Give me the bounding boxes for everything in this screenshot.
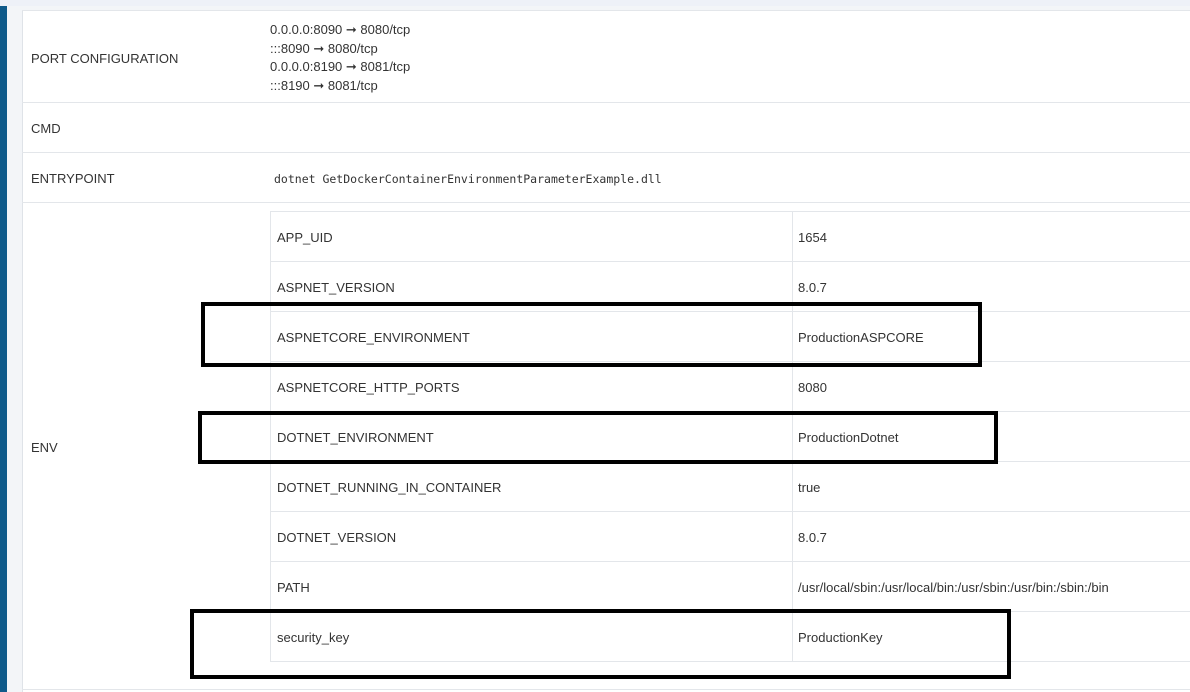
env-variable-name: DOTNET_VERSION <box>277 530 397 545</box>
entrypoint-row: ENTRYPOINT dotnet GetDockerContainerEnvi… <box>22 152 1190 202</box>
port-mapping: :::8190 ➞ 8081/tcp <box>270 77 378 93</box>
highlight-box <box>190 609 1011 679</box>
column-divider <box>792 462 793 512</box>
env-variable-name: ASPNETCORE_HTTP_PORTS <box>277 380 460 395</box>
column-divider <box>792 212 793 262</box>
column-divider <box>792 362 793 412</box>
env-variable-name: PATH <box>277 580 310 595</box>
port-mapping: :::8090 ➞ 8080/tcp <box>270 40 378 56</box>
column-divider <box>792 562 793 612</box>
env-variable-value: 1654 <box>798 230 827 245</box>
env-variable-row: APP_UID 1654 <box>271 212 1190 262</box>
env-variable-row: DOTNET_VERSION 8.0.7 <box>271 512 1190 562</box>
env-variable-row: PATH /usr/local/sbin:/usr/local/bin:/usr… <box>271 562 1190 612</box>
env-variable-value: 8.0.7 <box>798 530 827 545</box>
port-configuration-label: PORT CONFIGURATION <box>31 51 179 66</box>
env-variable-value: true <box>798 480 821 495</box>
port-configuration-row: PORT CONFIGURATION 0.0.0.0:8090 ➞ 8080/t… <box>22 10 1190 102</box>
highlight-box <box>201 302 982 367</box>
entrypoint-value: dotnet GetDockerContainerEnvironmentPara… <box>274 172 662 186</box>
highlight-box <box>198 411 998 464</box>
cmd-row: CMD <box>22 102 1190 152</box>
env-variable-value: 8.0.7 <box>798 280 827 295</box>
port-mapping: 0.0.0.0:8090 ➞ 8080/tcp <box>270 22 411 37</box>
env-variable-row: DOTNET_RUNNING_IN_CONTAINER true <box>271 462 1190 512</box>
env-label: ENV <box>31 440 58 455</box>
env-variable-name: DOTNET_RUNNING_IN_CONTAINER <box>277 480 502 495</box>
env-variable-value: /usr/local/sbin:/usr/local/bin:/usr/sbin… <box>798 580 1109 595</box>
env-variable-row: ASPNETCORE_HTTP_PORTS 8080 <box>271 362 1190 412</box>
port-mapping: 0.0.0.0:8190 ➞ 8081/tcp <box>270 59 411 74</box>
sidebar-accent-bar <box>0 6 7 692</box>
entrypoint-label: ENTRYPOINT <box>31 171 115 186</box>
env-variable-name: ASPNET_VERSION <box>277 280 395 295</box>
cmd-label: CMD <box>31 121 61 136</box>
env-variable-name: APP_UID <box>277 230 333 245</box>
env-variable-value: 8080 <box>798 380 827 395</box>
column-divider <box>792 512 793 562</box>
port-configuration-value: 0.0.0.0:8090 ➞ 8080/tcp :::8090 ➞ 8080/t… <box>270 21 410 95</box>
